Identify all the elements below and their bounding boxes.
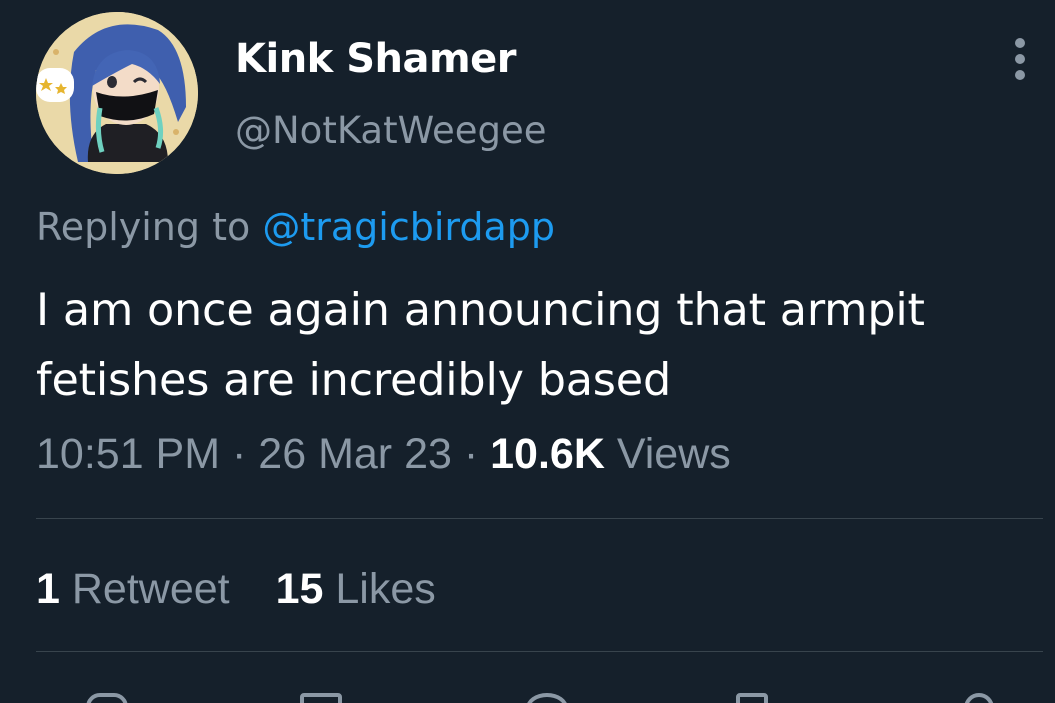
divider: [36, 518, 1043, 519]
likes-stat[interactable]: 15 Likes: [276, 565, 436, 614]
like-icon[interactable]: [526, 693, 568, 703]
display-name[interactable]: Kink Shamer: [235, 36, 517, 82]
bookmark-icon[interactable]: [736, 693, 768, 703]
views-label: Views: [616, 430, 731, 478]
views-count[interactable]: 10.6K: [490, 430, 605, 478]
reply-handle-link[interactable]: @tragicbirdapp: [262, 205, 555, 249]
tweet-time[interactable]: 10:51 PM: [36, 430, 220, 478]
separator: ·: [232, 430, 247, 478]
reply-icon[interactable]: [86, 693, 128, 703]
retweets-count: 1: [36, 565, 60, 613]
anime-avatar-icon: [36, 12, 198, 174]
share-icon[interactable]: [964, 693, 994, 703]
likes-label: Likes: [335, 565, 436, 613]
tweet-text: I am once again announcing that armpit f…: [36, 285, 925, 406]
divider: [36, 651, 1043, 652]
engagement-stats: 1 Retweet 15 Likes: [36, 565, 436, 614]
retweet-icon[interactable]: [300, 693, 342, 703]
replying-to: Replying to @tragicbirdapp: [36, 205, 555, 249]
retweets-stat[interactable]: 1 Retweet: [36, 565, 230, 614]
retweets-label: Retweet: [71, 565, 230, 613]
replying-to-label: Replying to: [36, 205, 251, 249]
tweet-date[interactable]: 26 Mar 23: [258, 430, 452, 478]
more-options-icon[interactable]: [1006, 38, 1034, 80]
user-handle[interactable]: @NotKatWeegee: [235, 109, 547, 152]
action-bar: [0, 685, 1055, 703]
avatar[interactable]: [36, 12, 198, 174]
likes-count: 15: [275, 565, 324, 613]
tweet-metadata: 10:51 PM · 26 Mar 23 · 10.6K Views: [36, 430, 731, 479]
separator: ·: [463, 430, 479, 478]
